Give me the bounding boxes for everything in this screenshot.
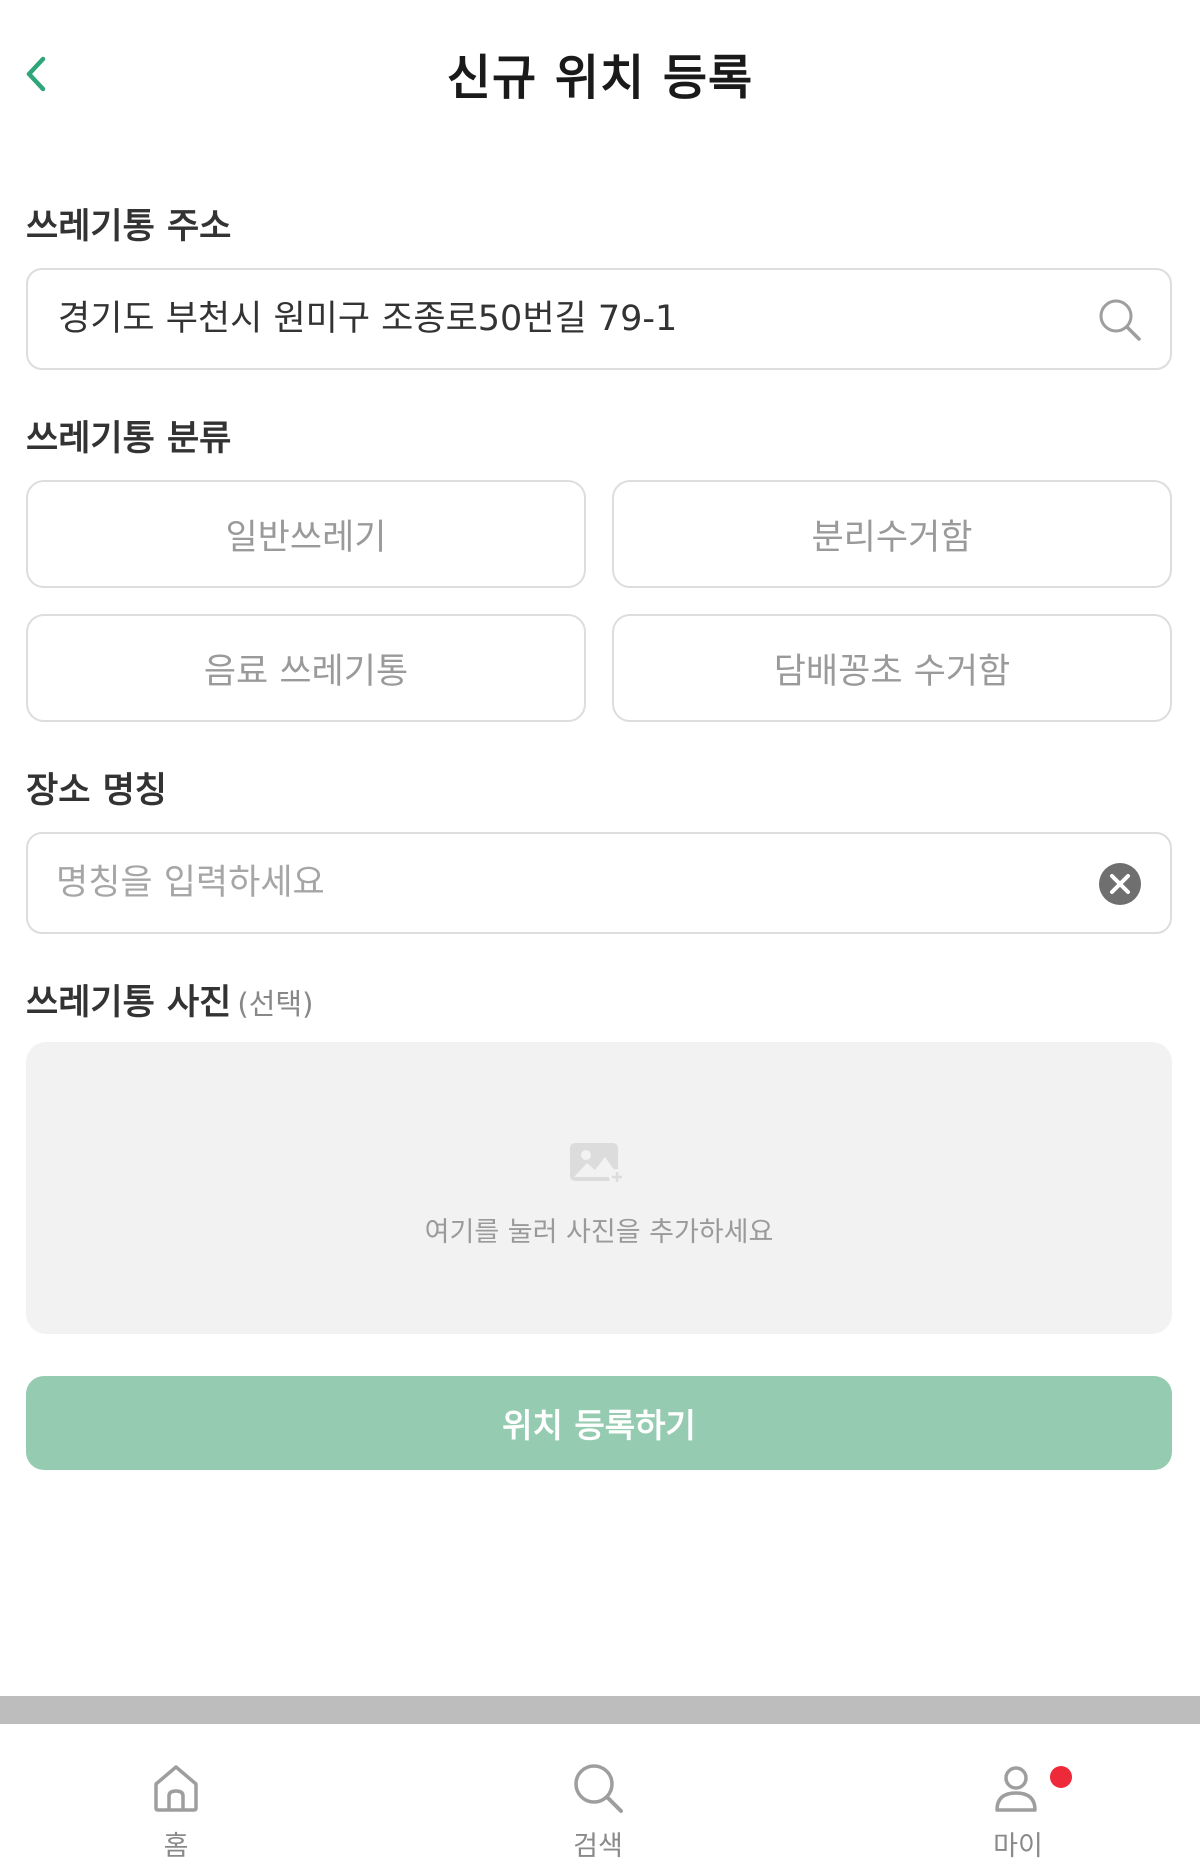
- nav-search[interactable]: 검색: [498, 1724, 698, 1874]
- bottom-nav: 홈 검색 마이: [0, 1724, 1200, 1874]
- home-icon: [154, 1765, 198, 1812]
- register-location-button[interactable]: 위치 등록하기: [26, 1376, 1172, 1470]
- category-recycle-button[interactable]: 분리수거함: [612, 480, 1172, 588]
- search-icon: [1099, 299, 1141, 341]
- nav-home-label: 홈: [163, 1831, 189, 1862]
- optional-tag: (선택): [237, 987, 314, 1021]
- clear-button[interactable]: [1096, 860, 1144, 908]
- search-icon: [574, 1764, 623, 1813]
- nav-my-label: 마이: [993, 1831, 1043, 1862]
- category-label: 쓰레기통 분류: [26, 419, 232, 459]
- add-photo-icon: [570, 1143, 625, 1185]
- address-field[interactable]: 경기도 부천시 원미구 조종로50번길 79-1: [26, 268, 1172, 370]
- photo-label: 쓰레기통 사진 (선택): [26, 974, 313, 1025]
- notification-dot: [1050, 1766, 1072, 1788]
- place-name-label: 장소 명칭: [26, 771, 167, 811]
- photo-hint: 여기를 눌러 사진을 추가하세요: [424, 1217, 774, 1248]
- user-icon: [995, 1766, 1037, 1812]
- address-search-button[interactable]: [1096, 296, 1144, 344]
- place-name-input[interactable]: [56, 834, 1056, 932]
- nav-search-label: 검색: [573, 1831, 623, 1862]
- page-title: 신규 위치 등록: [446, 50, 754, 106]
- category-general-button[interactable]: 일반쓰레기: [26, 480, 586, 588]
- category-beverage-button[interactable]: 음료 쓰레기통: [26, 614, 586, 722]
- photo-label-text: 쓰레기통 사진: [26, 983, 232, 1023]
- header: 신규 위치 등록: [0, 0, 1200, 150]
- nav-home[interactable]: 홈: [76, 1724, 276, 1874]
- address-value: 경기도 부천시 원미구 조종로50번길 79-1: [58, 299, 678, 339]
- place-name-field[interactable]: [26, 832, 1172, 934]
- category-cigarette-button[interactable]: 담배꽁초 수거함: [612, 614, 1172, 722]
- address-label: 쓰레기통 주소: [26, 207, 232, 247]
- photo-upload-area[interactable]: 여기를 눌러 사진을 추가하세요: [26, 1042, 1172, 1334]
- nav-divider: [0, 1696, 1200, 1724]
- nav-my[interactable]: 마이: [918, 1724, 1118, 1874]
- clear-icon: [1099, 863, 1141, 905]
